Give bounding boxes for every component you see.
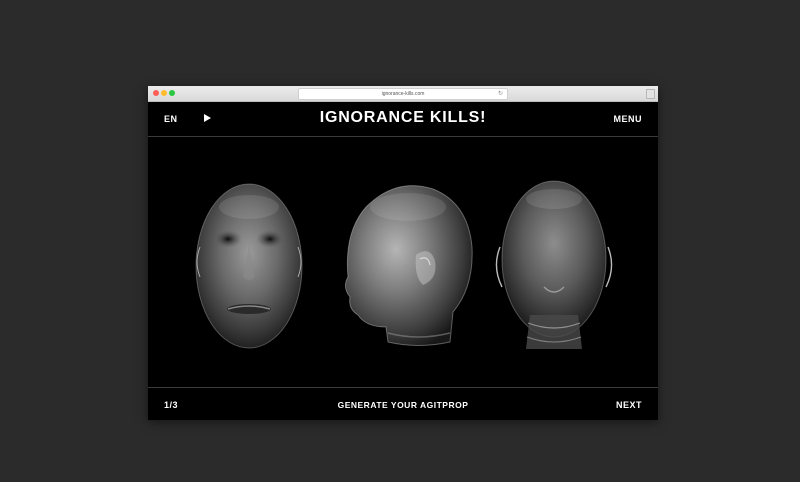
reload-icon[interactable]: ↻	[498, 89, 503, 99]
address-bar-url: ignorance-kills.com	[381, 91, 425, 97]
minimize-window-button[interactable]	[161, 90, 167, 96]
hero-stage	[148, 137, 658, 387]
maximize-window-button[interactable]	[169, 90, 175, 96]
site-header: EN IGNORANCE KILLS! MENU	[148, 102, 658, 137]
glass-head-profile	[344, 185, 473, 346]
new-tab-icon[interactable]	[646, 89, 655, 99]
glass-head-front	[195, 183, 303, 349]
heads-illustration	[195, 180, 613, 349]
menu-button[interactable]: MENU	[614, 114, 643, 124]
site-footer: 1/3 GENERATE YOUR AGITPROP NEXT	[148, 387, 658, 421]
browser-chrome: ignorance-kills.com ↻	[148, 86, 658, 102]
address-bar[interactable]: ignorance-kills.com ↻	[298, 88, 508, 100]
browser-window: ignorance-kills.com ↻ EN IGNORANCE KILLS…	[148, 86, 658, 420]
site-title[interactable]: IGNORANCE KILLS!	[148, 109, 658, 127]
generate-agitprop-button[interactable]: GENERATE YOUR AGITPROP	[148, 400, 658, 410]
next-button[interactable]: NEXT	[616, 400, 642, 410]
glass-head-back	[495, 180, 613, 349]
close-window-button[interactable]	[153, 90, 159, 96]
